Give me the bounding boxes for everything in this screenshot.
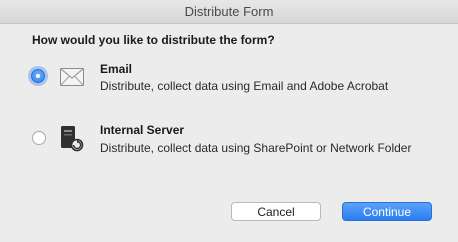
email-radio[interactable] [31,69,45,83]
email-option-title: Email [100,62,133,76]
continue-button[interactable]: Continue [342,202,432,221]
email-option-description: Distribute, collect data using Email and… [100,79,389,93]
distribute-form-dialog: Distribute Form How would you like to di… [0,0,458,242]
question-label: How would you like to distribute the for… [32,33,275,47]
cancel-button[interactable]: Cancel [231,202,321,221]
internal-server-option-description: Distribute, collect data using SharePoin… [100,141,412,155]
internal-server-radio[interactable] [32,131,46,145]
internal-server-option-title: Internal Server [100,123,185,137]
server-icon [60,126,86,157]
envelope-icon [60,68,84,91]
window-title: Distribute Form [0,0,458,24]
